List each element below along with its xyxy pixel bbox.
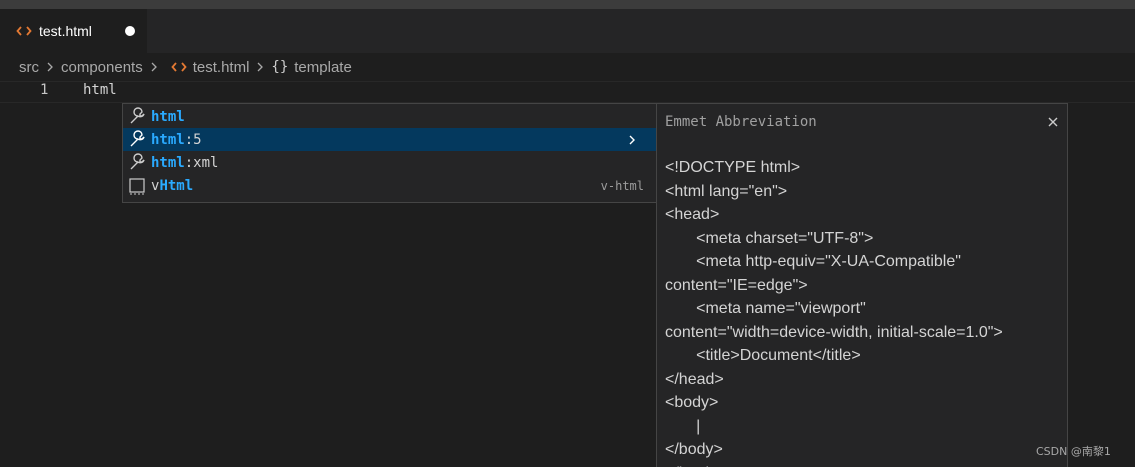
curly-braces-icon: {} [271,59,289,75]
breadcrumb: src components test.html {} template [0,53,1135,81]
breadcrumb-item-src[interactable]: src [19,59,39,76]
tab-test-html[interactable]: test.html [0,9,147,53]
suggestion-widget: html html :5 html :xml v Html v-html [122,103,657,203]
suggestion-details-panel: Emmet Abbreviation <!DOCTYPE html> <html… [656,103,1068,467]
wrench-icon [127,129,147,150]
unsaved-dot-icon[interactable] [125,26,135,36]
snippet-icon [127,176,147,196]
watermark: CSDN @南黎1 [1036,445,1111,458]
html-file-icon [16,23,32,39]
details-body: <!DOCTYPE html> <html lang="en"> <head> … [665,159,1003,467]
suggestion-rest: :5 [184,131,202,148]
breadcrumb-item-components[interactable]: components [61,59,143,76]
suggestion-rest: :xml [184,154,219,171]
suggestion-match: html [151,131,185,148]
wrench-icon [127,106,147,127]
details-title: Emmet Abbreviation [665,114,817,130]
html-file-icon [171,59,187,75]
suggestion-match: html [151,108,185,125]
breadcrumb-item-template[interactable]: template [294,59,352,76]
suggestion-match: html [151,154,185,171]
tab-label: test.html [39,23,92,39]
chevron-right-icon[interactable] [626,134,638,146]
chevron-right-icon [253,60,267,74]
suggestion-match: Html [159,177,194,194]
tab-bar: test.html [0,9,1135,53]
code-line[interactable]: html [83,82,117,98]
suggestion-item[interactable]: v Html v-html [123,174,656,197]
close-icon[interactable] [1046,114,1060,128]
title-bar-strip [0,0,1135,9]
line-number: 1 [40,82,49,98]
breadcrumb-item-test-html[interactable]: test.html [193,59,250,76]
chevron-right-icon [147,60,161,74]
suggestion-item[interactable]: html :xml [123,151,656,174]
current-line-highlight [0,81,1135,103]
suggestion-prefix: v [151,177,160,194]
wrench-icon [127,152,147,173]
suggestion-item-selected[interactable]: html :5 [123,128,656,151]
chevron-right-icon [43,60,57,74]
suggestion-detail: v-html [600,178,644,193]
suggestion-item[interactable]: html [123,105,656,128]
